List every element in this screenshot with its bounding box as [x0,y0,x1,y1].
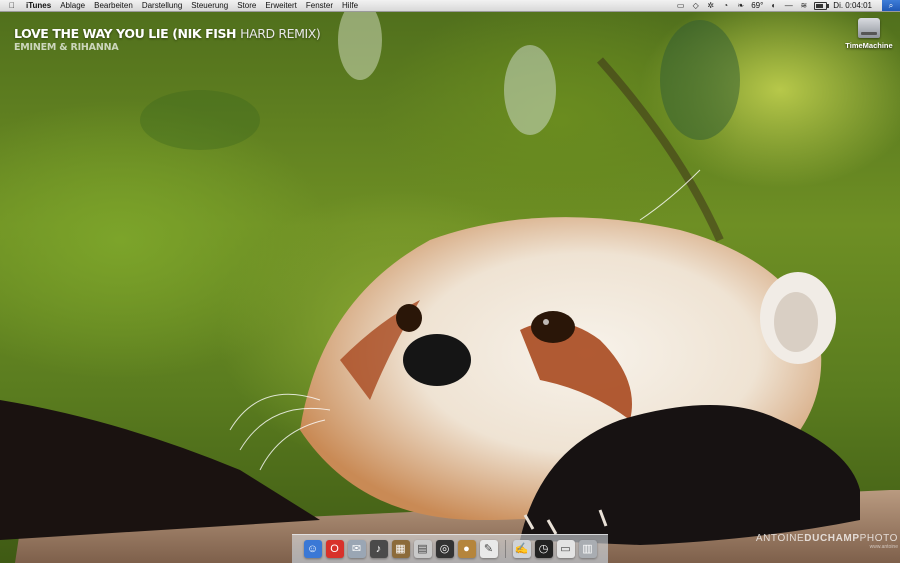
drive-label: TimeMachine [845,41,893,50]
text-edit-icon[interactable]: ✍ [512,540,531,558]
wifi-icon[interactable]: ≋ [799,1,808,10]
dropbox-icon[interactable]: ◇ [691,1,700,10]
aperture-icon[interactable]: ◎ [435,540,454,558]
timemachine-drive[interactable]: TimeMachine [842,18,896,50]
menu-erweitert[interactable]: Erweitert [265,0,297,11]
menu-fenster[interactable]: Fenster [306,0,333,11]
desktop-wallpaper [0,0,900,563]
track-title-accent: HARD REMIX) [240,26,321,41]
volume-icon[interactable]: ◐ [769,1,778,10]
opera-icon[interactable]: O [325,540,344,558]
bluetooth-icon[interactable]: — [784,1,793,10]
clock-icon[interactable]: ◷ [534,540,553,558]
menu-darstellung[interactable]: Darstellung [142,0,182,11]
battery-icon[interactable] [814,1,830,10]
battery-level [816,3,824,8]
itunes-icon[interactable]: ♪ [369,540,388,558]
track-title: LOVE THE WAY YOU LIE (NIK FISH HARD REMI… [14,26,321,41]
finder-window-icon[interactable]: ▤ [413,540,432,558]
menu-bar:  iTunes Ablage Bearbeiten Darstellung S… [0,0,900,12]
temperature-readout[interactable]: 69° [751,0,763,11]
hard-drive-icon[interactable] [858,18,880,38]
menu-ablage[interactable]: Ablage [60,0,85,11]
fan-icon[interactable]: ✲ [706,1,715,10]
watermark-brand: ANTOINEDUCHAMPPHOTO [756,533,898,544]
red-panda-photo [0,0,900,563]
growl-icon[interactable]: ❧ [736,1,745,10]
menu-clock[interactable]: Di. 0:04:01 [833,0,872,11]
trash-icon[interactable]: ▥ [578,540,597,558]
display-icon[interactable]: ▭ [676,1,685,10]
watermark-name-light: ANTOINE [755,533,805,544]
menu-extras: ▭ ◇ ✲ ◔ ❧ 69° ◐ — ≋ Di. 0:04:01 [676,0,900,11]
preview-icon[interactable]: ▭ [556,540,575,558]
time-machine-icon[interactable]: ◔ [721,1,730,10]
track-title-main: LOVE THE WAY YOU LIE (NIK FISH [14,26,237,41]
menu-store[interactable]: Store [237,0,256,11]
menu-hilfe[interactable]: Hilfe [342,0,358,11]
menu-steuerung[interactable]: Steuerung [191,0,228,11]
mail-icon[interactable]: ✉ [347,540,366,558]
photographer-watermark: ANTOINEDUCHAMPPHOTO www.antoine [756,533,898,550]
notes-icon[interactable]: ✎ [479,540,498,558]
track-artist: EMINEM & RIHANNA [14,42,119,53]
watermark-name-bold: DUCHAMP [804,533,860,544]
dock: ☺ O ✉ ♪ ▦ ▤ ◎ ● ✎ ✍ ◷ ▭ ▥ [292,534,608,563]
now-playing-widget: LOVE THE WAY YOU LIE (NIK FISH HARD REMI… [14,26,321,53]
watermark-url: www.antoine [869,544,898,550]
apple-menu-icon[interactable]:  [9,0,18,11]
menu-bearbeiten[interactable]: Bearbeiten [94,0,133,11]
dock-separator [504,540,506,558]
cookie-icon[interactable]: ● [457,540,476,558]
spotlight-icon[interactable]: ⌕ [882,0,900,11]
watermark-name-tail: PHOTO [859,533,898,544]
menu-app-name[interactable]: iTunes [26,0,51,11]
finder-icon[interactable]: ☺ [303,540,322,558]
photo-icon[interactable]: ▦ [391,540,410,558]
